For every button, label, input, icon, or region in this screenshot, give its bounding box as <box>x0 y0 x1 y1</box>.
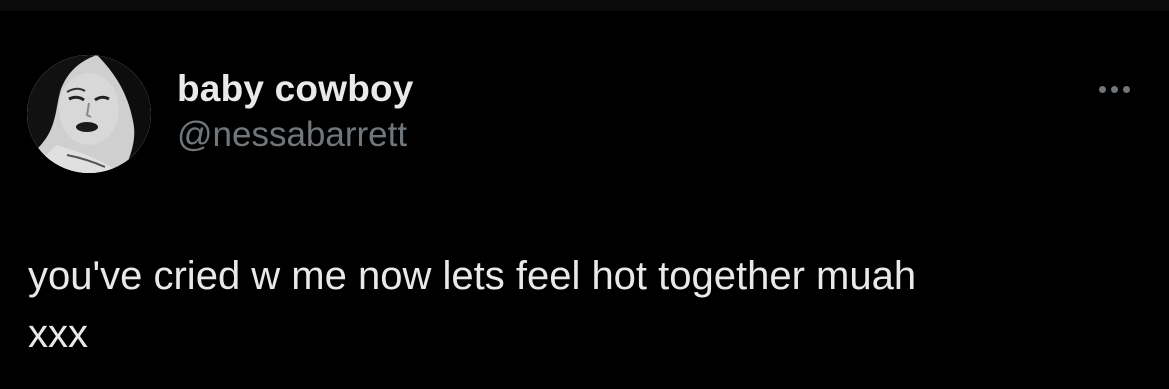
profile-photo <box>27 55 151 173</box>
more-horizontal-icon <box>1098 85 1106 93</box>
user-handle[interactable]: @nessabarrett <box>177 113 414 157</box>
tweet-text: you've cried w me now lets feel hot toge… <box>28 254 917 356</box>
display-name[interactable]: baby cowboy <box>177 67 414 111</box>
top-edge-strip <box>0 0 1169 11</box>
tweet-card: baby cowboy @nessabarrett you've cried w… <box>0 11 1169 389</box>
more-horizontal-icon <box>1110 85 1118 93</box>
author-block[interactable]: baby cowboy @nessabarrett <box>177 67 414 157</box>
avatar[interactable] <box>27 55 151 173</box>
more-horizontal-icon <box>1122 85 1130 93</box>
more-options-button[interactable] <box>1088 74 1140 104</box>
